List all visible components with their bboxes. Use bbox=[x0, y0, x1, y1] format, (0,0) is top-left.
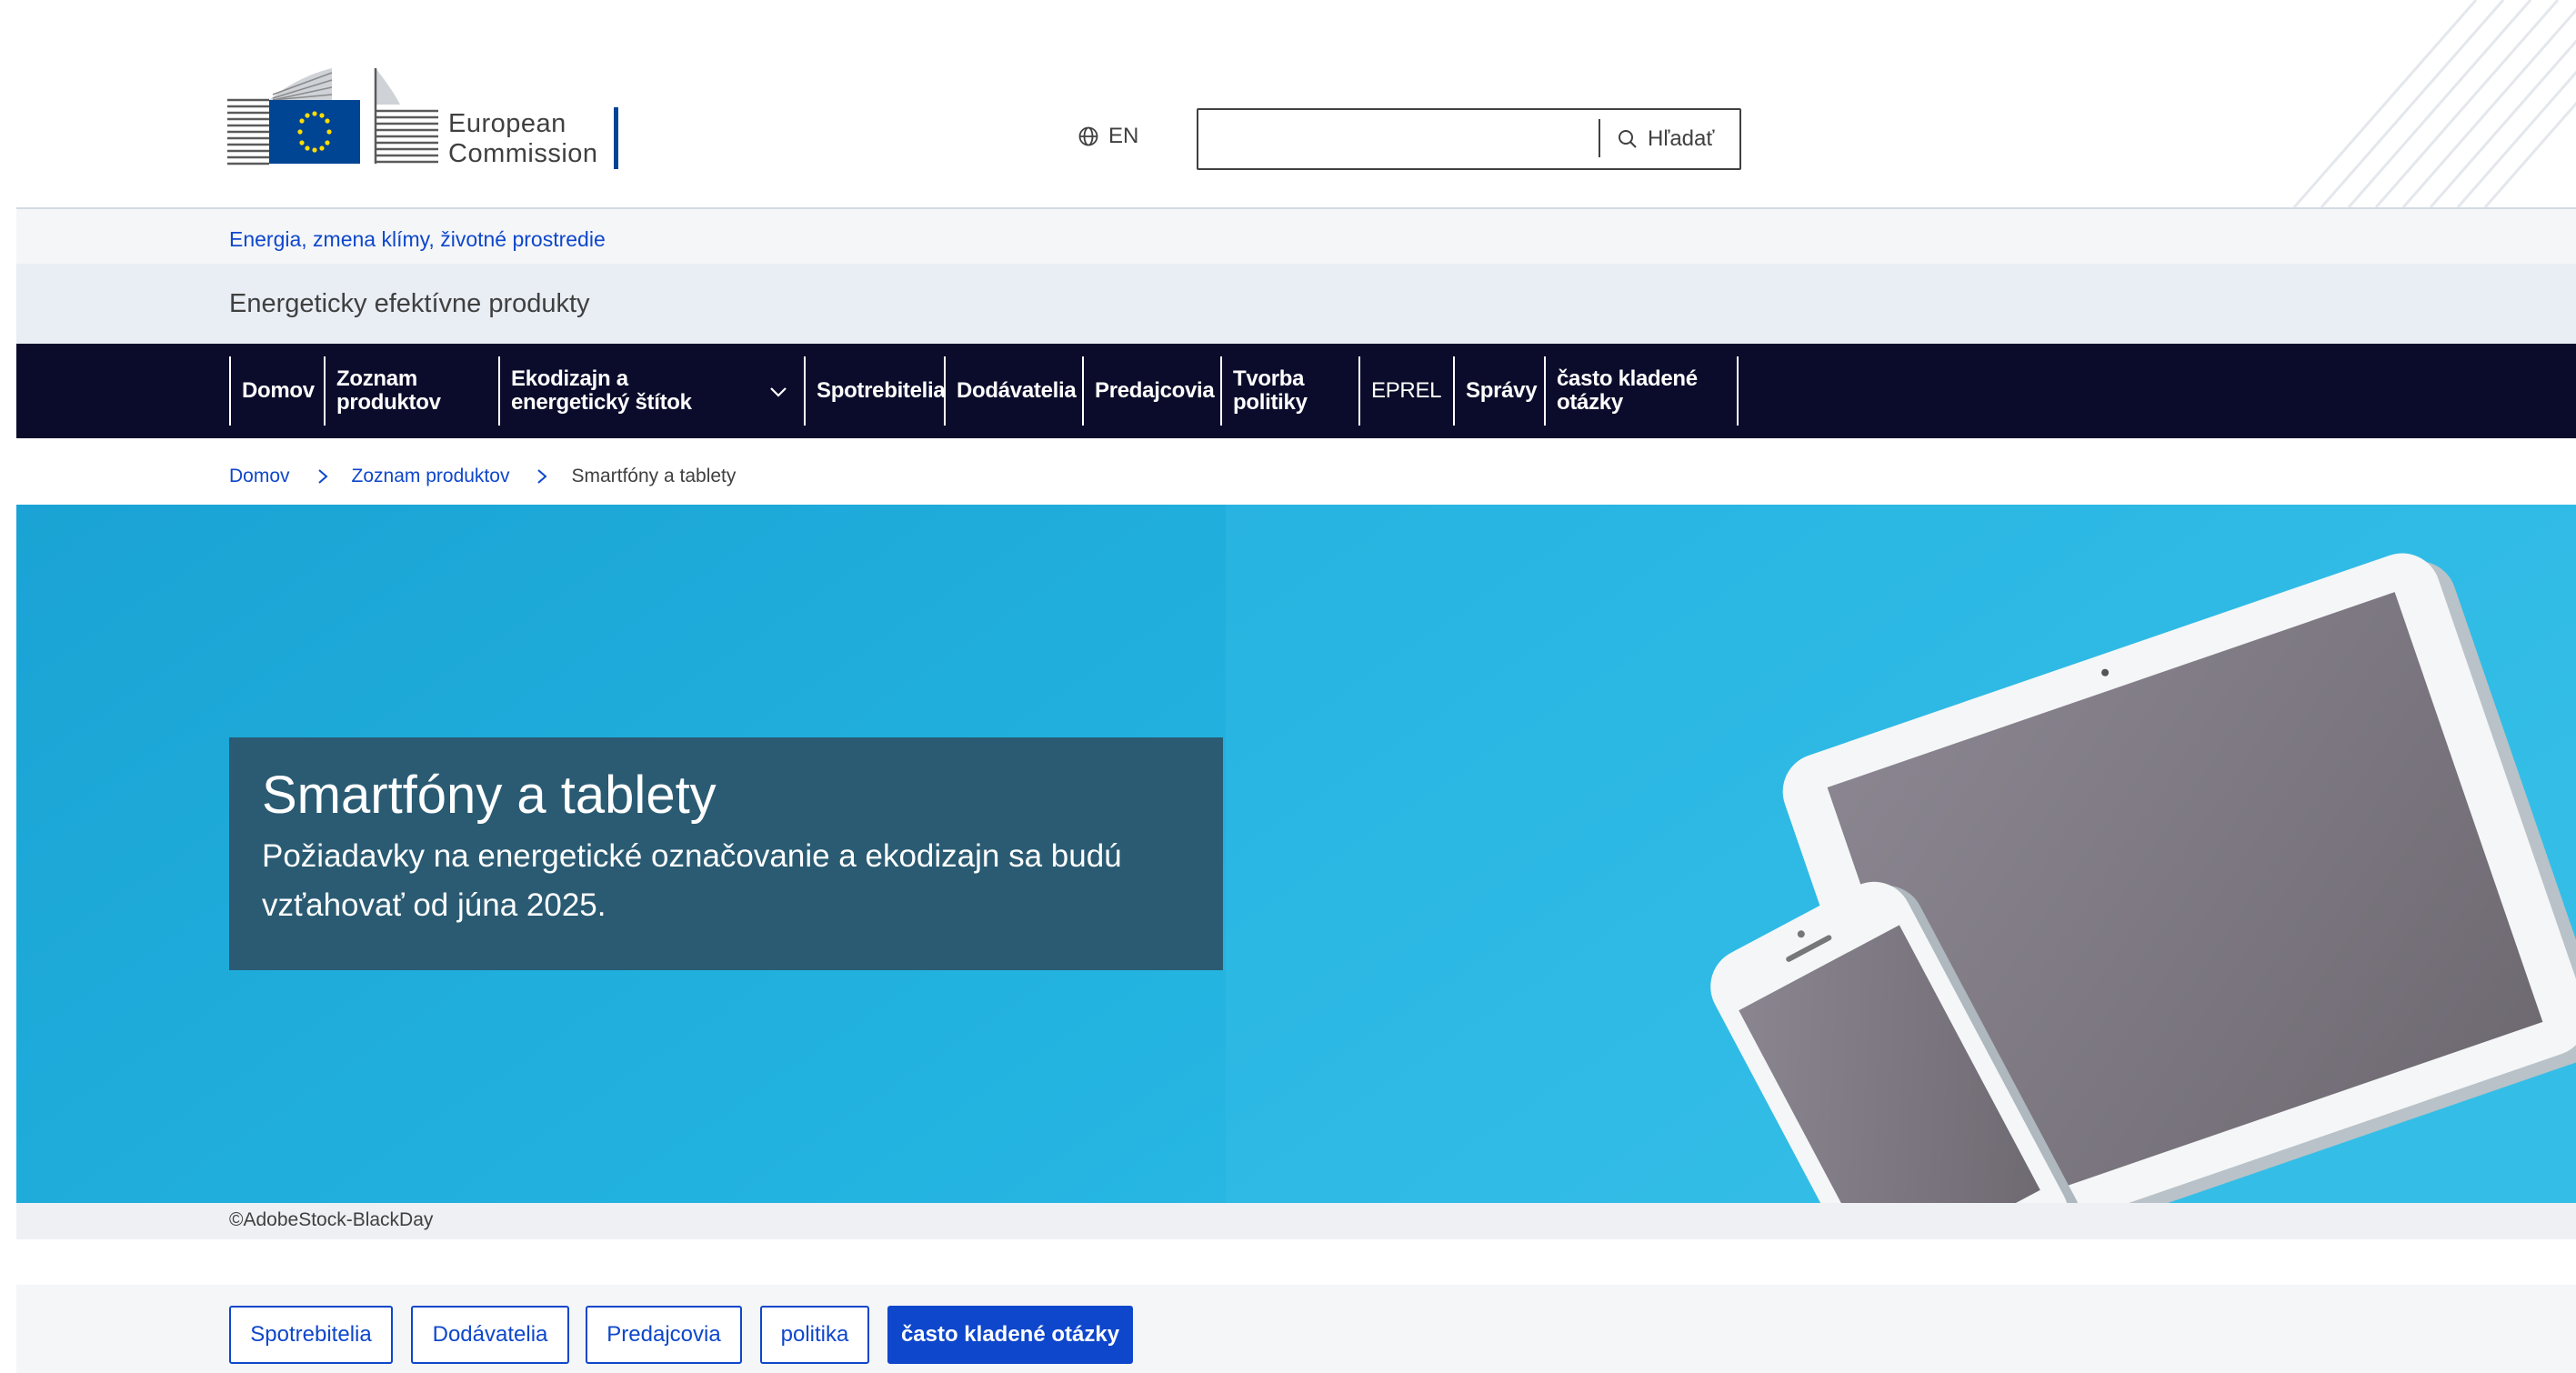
page-title: Smartfóny a tablety bbox=[262, 766, 717, 825]
dg-band: Energia, zmena klímy, životné prostredie bbox=[16, 207, 2576, 264]
breadcrumb-current: Smartfóny a tablety bbox=[571, 466, 737, 486]
nav-item-predajcovia[interactable]: Predajcovia bbox=[1082, 356, 1220, 426]
chevron-right-icon bbox=[317, 469, 328, 484]
main-navigation: Domov Zoznam produktov Ekodizajn a energ… bbox=[16, 344, 2576, 438]
search-icon bbox=[1619, 130, 1637, 148]
nav-item-label: často kladené otázky bbox=[1557, 366, 1698, 415]
hero-text-box: Smartfóny a tablety Požiadavky na energe… bbox=[229, 737, 1223, 970]
chevron-down-icon bbox=[770, 387, 787, 397]
hero-description: Požiadavky na energetické označovanie a … bbox=[262, 838, 1122, 923]
nav-item-label: Predajcovia bbox=[1095, 378, 1215, 403]
logo-text: European Commission bbox=[448, 109, 598, 169]
nav-item-spravy[interactable]: Správy bbox=[1453, 356, 1544, 426]
quick-link-politika[interactable]: politika bbox=[760, 1306, 869, 1364]
breadcrumb: Domov Zoznam produktov Smartfóny a table… bbox=[229, 466, 736, 487]
nav-item-label: Správy bbox=[1466, 378, 1538, 403]
site-header: European Commission EN Hľadať bbox=[0, 0, 2576, 207]
nav-item-eprel[interactable]: EPREL bbox=[1358, 356, 1453, 426]
logo-accent-bar bbox=[614, 107, 618, 169]
image-caption-band: ©AdobeStock-BlackDay bbox=[16, 1203, 2576, 1239]
quick-link-spotrebitelia[interactable]: Spotrebitelia bbox=[229, 1306, 393, 1364]
nav-item-zoznam-produktov[interactable]: Zoznam produktov bbox=[324, 356, 498, 426]
dg-link[interactable]: Energia, zmena klímy, životné prostredie bbox=[229, 227, 606, 252]
quick-link-predajcovia[interactable]: Predajcovia bbox=[586, 1306, 742, 1364]
nav-item-spotrebitelia[interactable]: Spotrebitelia bbox=[804, 356, 946, 426]
hero-banner: Smartfóny a tablety Požiadavky na energe… bbox=[16, 505, 2576, 1203]
breadcrumb-link-zoznam[interactable]: Zoznam produktov bbox=[352, 466, 510, 487]
logo-line-2: Commission bbox=[448, 139, 598, 168]
header-decoration bbox=[2292, 0, 2576, 207]
eu-flag-icon bbox=[227, 68, 438, 165]
image-credit: ©AdobeStock-BlackDay bbox=[229, 1209, 434, 1230]
quick-link-faq[interactable]: často kladené otázky bbox=[887, 1306, 1133, 1364]
search-button-label: Hľadať bbox=[1648, 126, 1715, 151]
nav-item-domov[interactable]: Domov bbox=[229, 356, 324, 426]
nav-item-dodavatelia[interactable]: Dodávatelia bbox=[944, 356, 1082, 426]
nav-item-label: Zoznam produktov bbox=[336, 366, 441, 415]
nav-item-label: Domov bbox=[242, 378, 315, 403]
search-divider bbox=[1599, 119, 1600, 157]
search-input[interactable] bbox=[1198, 110, 1599, 168]
nav-item-label: EPREL bbox=[1371, 378, 1442, 403]
language-code: EN bbox=[1108, 124, 1139, 148]
language-selector[interactable]: EN bbox=[1078, 124, 1138, 149]
search-box: Hľadať bbox=[1197, 108, 1741, 170]
nav-item-faq[interactable]: často kladené otázky bbox=[1544, 356, 1739, 426]
site-name[interactable]: Energeticky efektívne produkty bbox=[229, 289, 590, 319]
site-name-band: Energeticky efektívne produkty bbox=[16, 264, 2576, 344]
logo-line-1: European bbox=[448, 109, 566, 138]
nav-item-ekodizajn[interactable]: Ekodizajn a energetický štítok bbox=[498, 356, 804, 426]
european-commission-logo[interactable]: European Commission bbox=[227, 64, 627, 173]
nav-item-label: Spotrebitelia bbox=[817, 378, 946, 403]
nav-item-label: Tvorba politiky bbox=[1233, 366, 1308, 415]
chevron-right-icon bbox=[537, 469, 547, 484]
nav-item-label: Ekodizajn a energetický štítok bbox=[511, 366, 692, 415]
quick-link-dodavatelia[interactable]: Dodávatelia bbox=[411, 1306, 569, 1364]
globe-icon bbox=[1078, 126, 1098, 146]
spacer-band bbox=[16, 1239, 2576, 1285]
quick-links-band bbox=[16, 1285, 2576, 1373]
nav-item-tvorba-politiky[interactable]: Tvorba politiky bbox=[1220, 356, 1358, 426]
breadcrumb-link-domov[interactable]: Domov bbox=[229, 466, 290, 487]
nav-item-label: Dodávatelia bbox=[957, 378, 1077, 403]
search-button[interactable]: Hľadať bbox=[1617, 110, 1714, 168]
